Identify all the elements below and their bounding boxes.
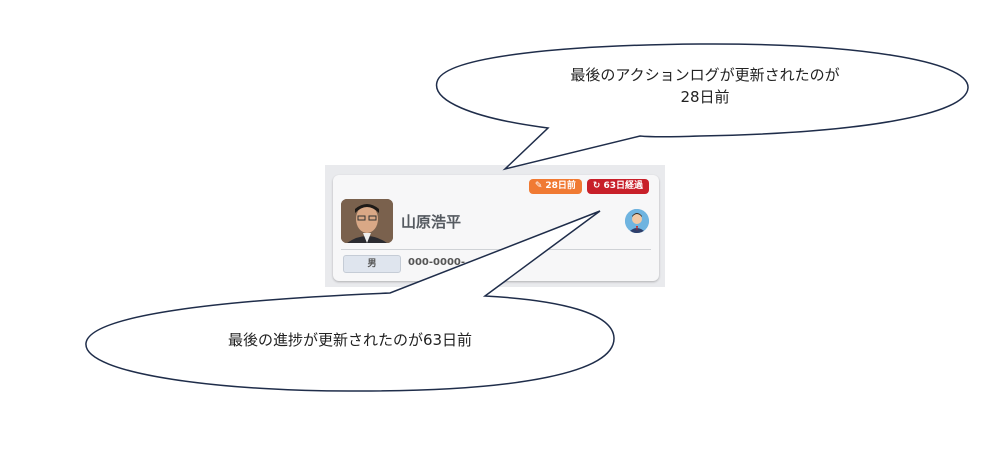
top-callout-line2: 28日前 [680,88,730,106]
bottom-callout-bubble [85,210,615,392]
bottom-callout-text: 最後の進捗が更新されたのが63日前 [227,331,473,349]
top-callout-line1: 最後のアクションログが更新されたのが [570,66,840,84]
top-callout-text: 最後のアクションログが更新されたのが 28日前 [520,64,890,108]
